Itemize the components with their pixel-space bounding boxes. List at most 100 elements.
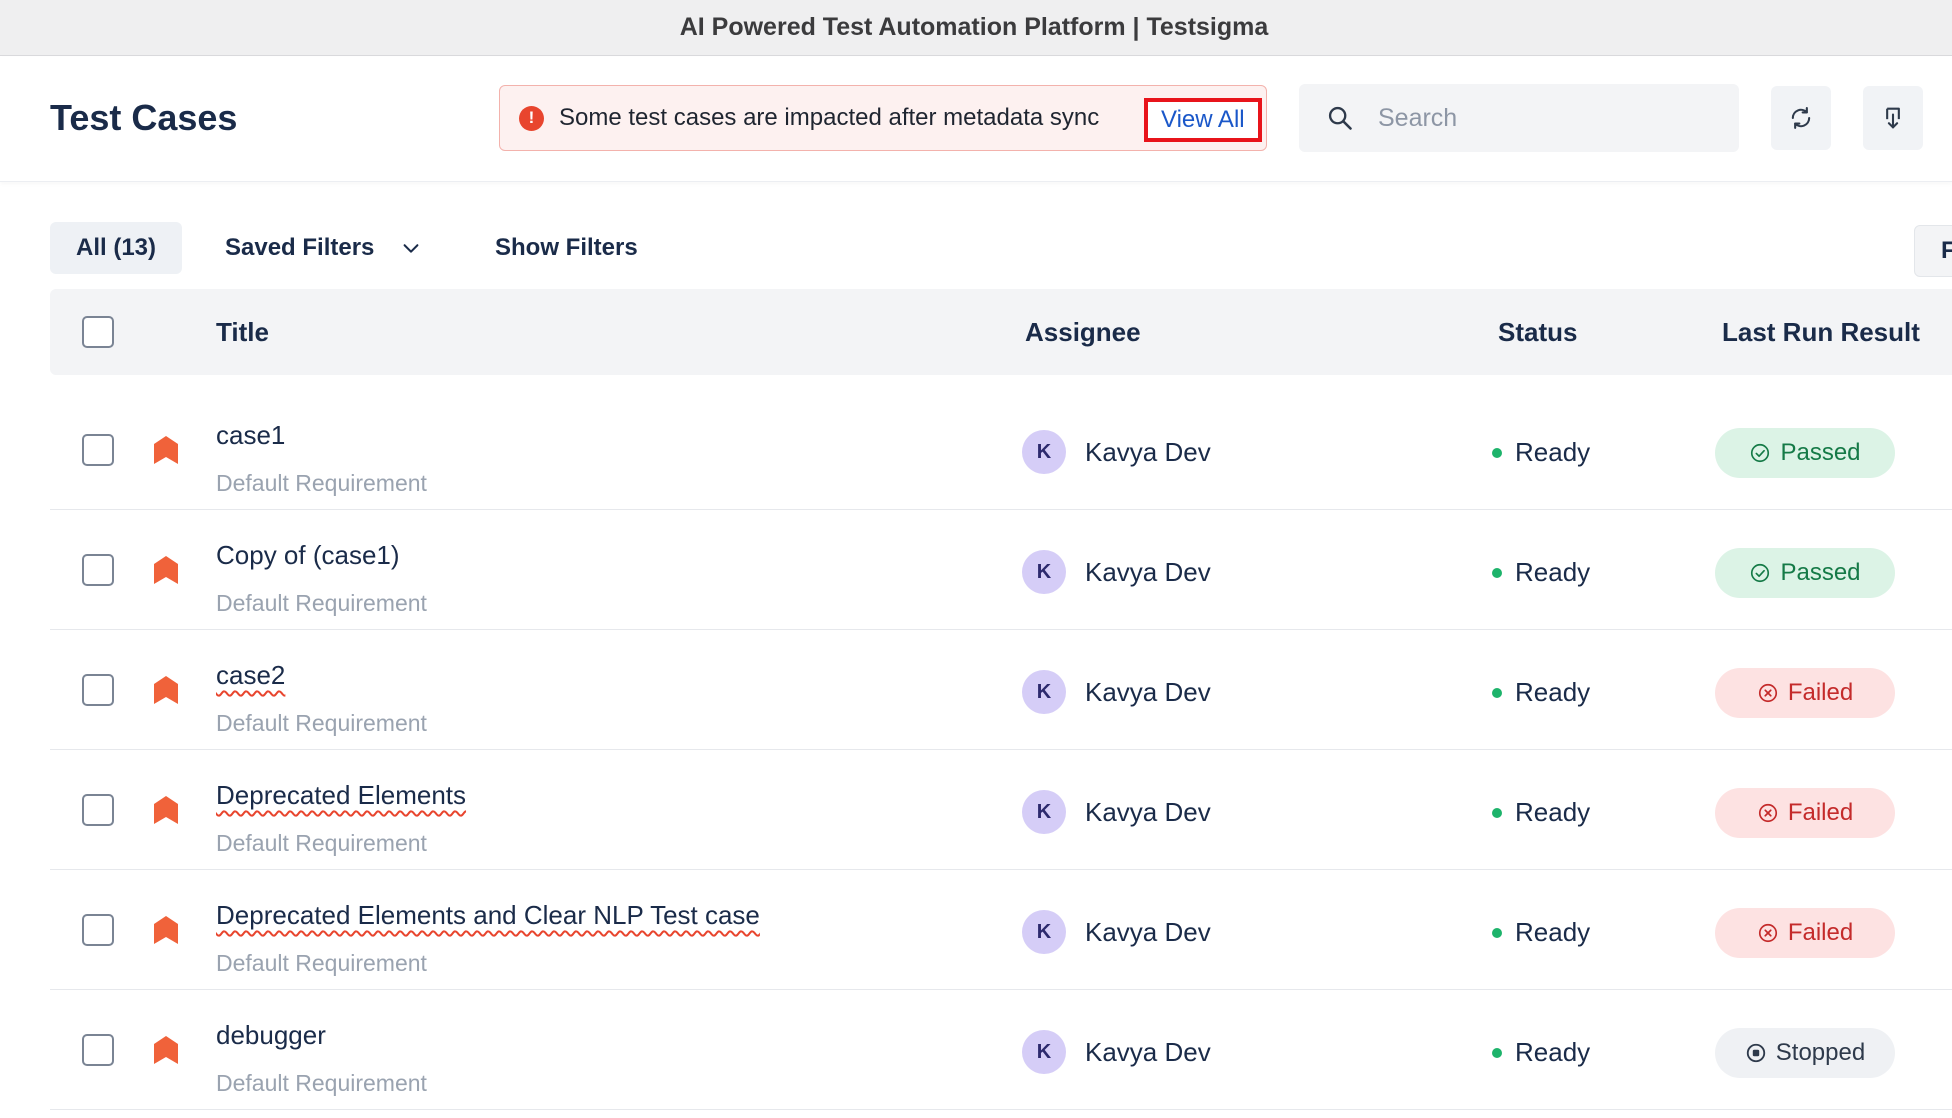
- status-dot: [1492, 1048, 1502, 1058]
- alert-icon: !: [519, 105, 544, 131]
- avatar: K: [1022, 670, 1066, 714]
- result-label: Stopped: [1775, 1039, 1866, 1066]
- priority-flag-icon: [154, 676, 178, 704]
- result-label: Passed: [1780, 559, 1861, 586]
- avatar: K: [1022, 910, 1066, 954]
- requirement-label: Default Requirement: [216, 710, 427, 736]
- result-label: Failed: [1787, 679, 1854, 706]
- row-checkbox[interactable]: [82, 794, 114, 826]
- alert-text: Some test cases are impacted after metad…: [559, 104, 1100, 131]
- saved-filters-label: Saved Filters: [225, 234, 375, 261]
- priority-flag-icon: [154, 436, 178, 464]
- row-checkbox[interactable]: [82, 554, 114, 586]
- assignee-name: Kavya Dev: [1085, 917, 1211, 947]
- status-text: Ready: [1515, 1037, 1591, 1067]
- x-circle-icon: [1758, 923, 1777, 943]
- x-circle-icon: [1758, 803, 1777, 823]
- test-case-title[interactable]: Copy of (case1): [216, 540, 400, 571]
- avatar: K: [1022, 790, 1066, 834]
- status-text: Ready: [1515, 557, 1591, 587]
- requirement-label: Default Requirement: [216, 590, 427, 616]
- search-box[interactable]: [1299, 84, 1739, 152]
- priority-flag-icon: [154, 796, 178, 824]
- show-filters-button[interactable]: Show Filters: [495, 222, 638, 274]
- check-circle-icon: [1751, 563, 1770, 583]
- window-titlebar: AI Powered Test Automation Platform | Te…: [0, 0, 1952, 56]
- column-assignee[interactable]: Assignee: [1025, 289, 1141, 375]
- row-checkbox[interactable]: [82, 434, 114, 466]
- test-case-title[interactable]: case1: [216, 420, 285, 451]
- assignee-name: Kavya Dev: [1085, 1037, 1211, 1067]
- result-badge[interactable]: Passed: [1715, 428, 1895, 478]
- requirement-label: Default Requirement: [216, 830, 427, 856]
- view-all-link[interactable]: View All: [1144, 98, 1262, 142]
- priority-flag-icon: [154, 556, 178, 584]
- status-text: Ready: [1515, 917, 1591, 947]
- column-status[interactable]: Status: [1498, 289, 1577, 375]
- result-label: Passed: [1780, 439, 1861, 466]
- refresh-icon: [1791, 107, 1811, 129]
- status-text: Ready: [1515, 797, 1591, 827]
- result-label: Failed: [1787, 919, 1854, 946]
- column-title[interactable]: Title: [216, 289, 269, 375]
- refresh-button[interactable]: [1771, 86, 1831, 150]
- select-all-cell: [82, 289, 114, 375]
- status-text: Ready: [1515, 677, 1591, 707]
- table-row[interactable]: Deprecated Elements and Clear NLP Test c…: [50, 870, 1952, 990]
- requirement-label: Default Requirement: [216, 950, 427, 976]
- select-all-checkbox[interactable]: [82, 316, 114, 348]
- test-case-title[interactable]: Deprecated Elements and Clear NLP Test c…: [216, 900, 760, 931]
- window-title: AI Powered Test Automation Platform | Te…: [679, 13, 1269, 41]
- result-badge[interactable]: Passed: [1715, 548, 1895, 598]
- download-icon: [1886, 107, 1900, 129]
- search-icon: [1328, 106, 1352, 130]
- assignee-name: Kavya Dev: [1085, 437, 1211, 467]
- result-badge[interactable]: Failed: [1715, 668, 1895, 718]
- saved-filters-dropdown[interactable]: Saved Filters: [225, 222, 422, 274]
- row-checkbox[interactable]: [82, 674, 114, 706]
- table-row[interactable]: Deprecated Elements Default Requirement K K…: [50, 750, 1952, 870]
- priority-flag-icon: [154, 1036, 178, 1064]
- test-case-title[interactable]: case2: [216, 660, 285, 691]
- row-checkbox[interactable]: [82, 1034, 114, 1066]
- avatar: K: [1022, 430, 1066, 474]
- result-label: Failed: [1787, 799, 1854, 826]
- search-input[interactable]: [1378, 103, 1678, 133]
- test-case-title[interactable]: debugger: [216, 1020, 326, 1051]
- avatar: K: [1022, 550, 1066, 594]
- table-header: Title Assignee Status Last Run Result: [50, 289, 1952, 375]
- status-dot: [1492, 568, 1502, 578]
- column-last-run-result[interactable]: Last Run Result: [1722, 289, 1920, 375]
- priority-flag-icon: [154, 916, 178, 944]
- page-title: Test Cases: [50, 97, 238, 138]
- metadata-sync-alert: ! Some test cases are impacted after met…: [499, 85, 1267, 151]
- check-circle-icon: [1751, 443, 1770, 463]
- chevron-down-icon: [403, 244, 419, 253]
- edge-button[interactable]: F: [1914, 225, 1952, 277]
- stop-circle-icon: [1746, 1043, 1765, 1063]
- page-header: Test Cases ! Some test cases are impacte…: [0, 57, 1952, 182]
- test-case-title[interactable]: Deprecated Elements: [216, 780, 466, 811]
- status-dot: [1492, 928, 1502, 938]
- result-badge[interactable]: Stopped: [1715, 1028, 1895, 1078]
- table-row[interactable]: debugger Default Requirement K Kavya Dev Rea…: [50, 990, 1952, 1110]
- avatar: K: [1022, 1030, 1066, 1074]
- assignee-name: Kavya Dev: [1085, 797, 1211, 827]
- filter-toolbar: All (13) Saved Filters Show Filters F: [0, 210, 1952, 277]
- table-row[interactable]: case2 Default Requirement K Kavya Dev Ready F…: [50, 630, 1952, 750]
- requirement-label: Default Requirement: [216, 1070, 427, 1096]
- status-dot: [1492, 808, 1502, 818]
- status-text: Ready: [1515, 437, 1591, 467]
- result-badge[interactable]: Failed: [1715, 788, 1895, 838]
- download-button[interactable]: [1863, 86, 1923, 150]
- assignee-name: Kavya Dev: [1085, 557, 1211, 587]
- tab-all[interactable]: All (13): [50, 222, 182, 274]
- table-row[interactable]: case1 Default Requirement K Kavya Dev Ready P…: [50, 390, 1952, 510]
- table-row[interactable]: Copy of (case1) Default Requirement K Kavya…: [50, 510, 1952, 630]
- status-dot: [1492, 688, 1502, 698]
- row-checkbox[interactable]: [82, 914, 114, 946]
- x-circle-icon: [1758, 683, 1777, 703]
- result-badge[interactable]: Failed: [1715, 908, 1895, 958]
- requirement-label: Default Requirement: [216, 470, 427, 496]
- assignee-name: Kavya Dev: [1085, 677, 1211, 707]
